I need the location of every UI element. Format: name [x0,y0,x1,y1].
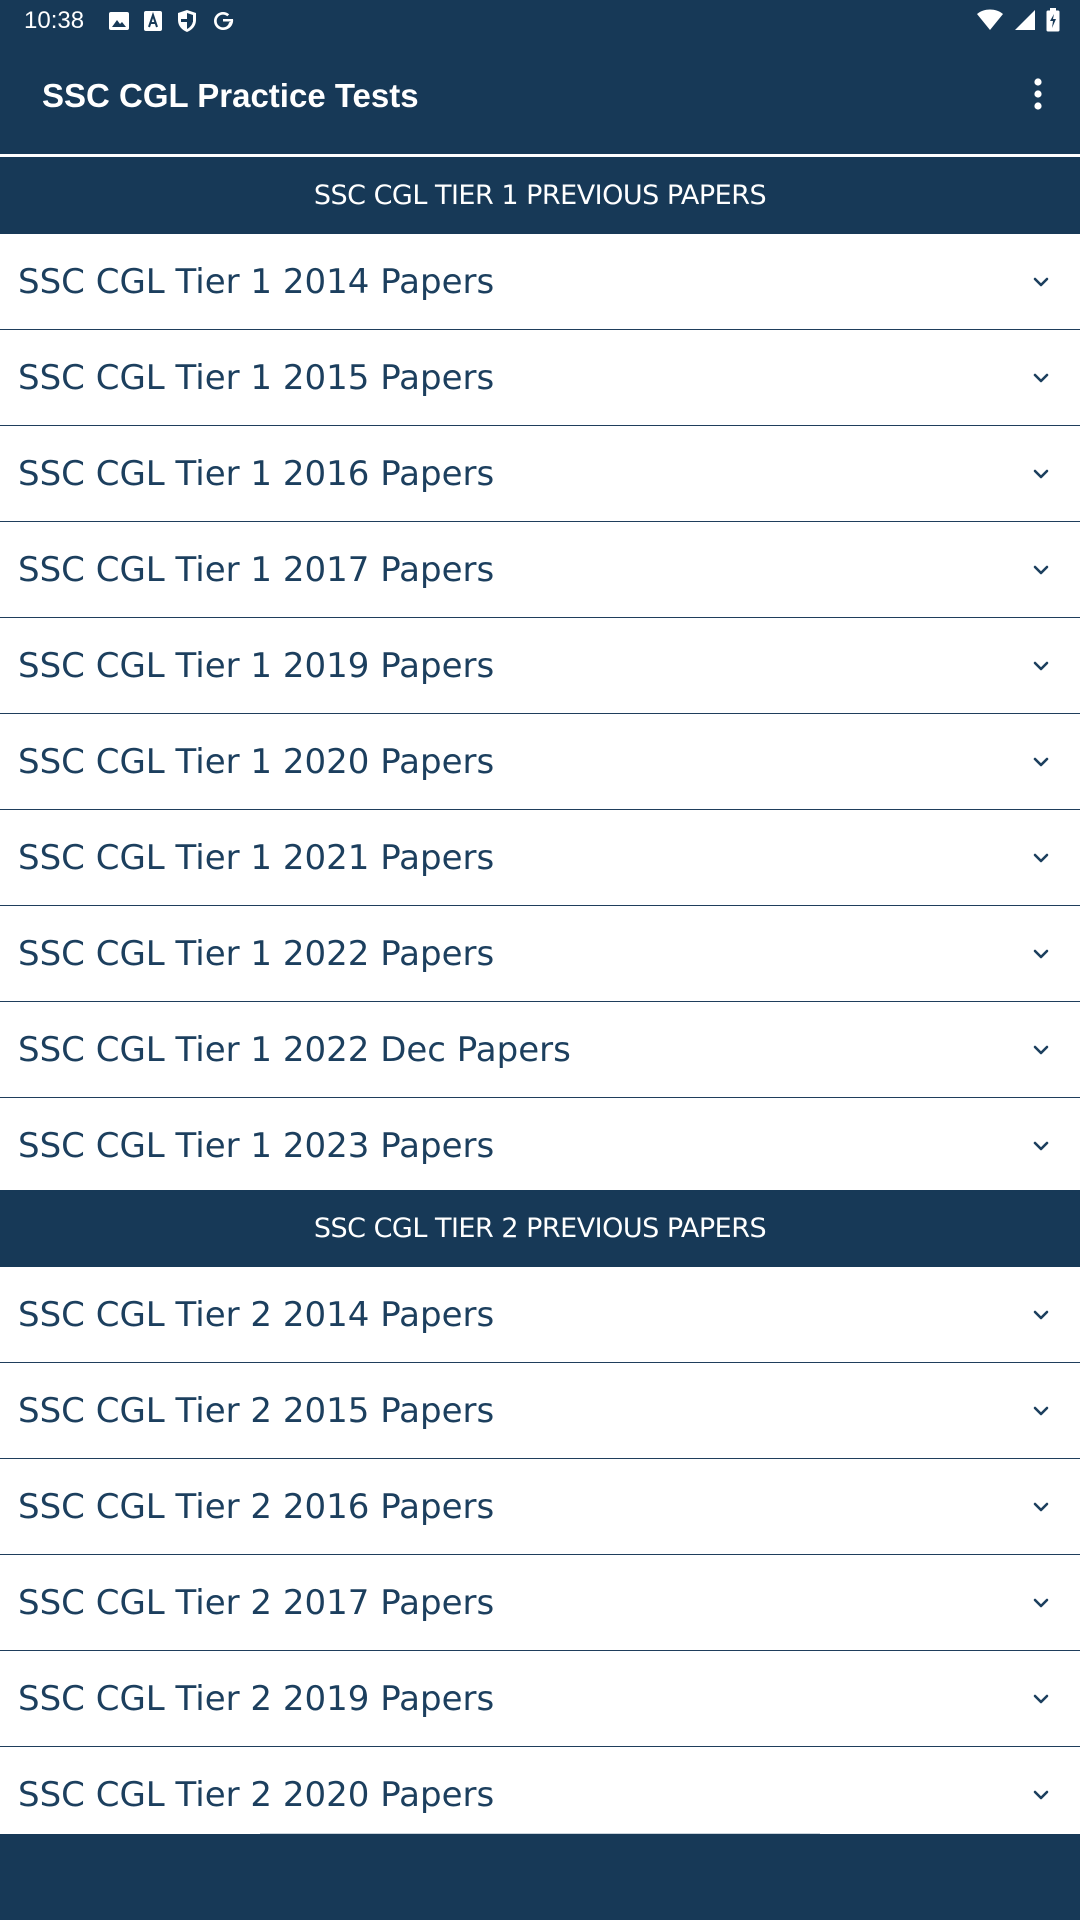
list-item-tier1-2021[interactable]: SSC CGL Tier 1 2021 Papers [0,810,1080,906]
chevron-down-icon [1033,757,1049,767]
list-item-tier1-2017[interactable]: SSC CGL Tier 1 2017 Papers [0,522,1080,618]
tier-2-paper-list: SSC CGL Tier 2 2014 Papers SSC CGL Tier … [0,1267,1080,1842]
wifi-icon [976,9,1004,31]
chevron-down-icon [1033,1406,1049,1416]
list-item-label: SSC CGL Tier 2 2019 Papers [18,1678,495,1719]
list-item-tier1-2020[interactable]: SSC CGL Tier 1 2020 Papers [0,714,1080,810]
chevron-down-icon [1033,1694,1049,1704]
chevron-down-icon [1033,565,1049,575]
bottom-bar [0,1834,1080,1920]
list-item-tier2-2019[interactable]: SSC CGL Tier 2 2019 Papers [0,1651,1080,1747]
list-item-label: SSC CGL Tier 1 2020 Papers [18,741,495,782]
text-a-icon [143,10,163,32]
list-item-tier1-2014[interactable]: SSC CGL Tier 1 2014 Papers [0,234,1080,330]
chevron-down-icon [1033,853,1049,863]
chevron-down-icon [1033,661,1049,671]
list-item-label: SSC CGL Tier 2 2015 Papers [18,1390,495,1431]
tier-1-paper-list: SSC CGL Tier 1 2014 Papers SSC CGL Tier … [0,234,1080,1193]
chevron-down-icon [1033,469,1049,479]
signal-icon [1014,9,1036,31]
chevron-down-icon [1033,1502,1049,1512]
list-item-label: SSC CGL Tier 1 2022 Papers [18,933,495,974]
app-title: SSC CGL Practice Tests [42,77,419,114]
chevron-down-icon [1033,1598,1049,1608]
list-item-label: SSC CGL Tier 2 2014 Papers [18,1294,495,1335]
list-item-label: SSC CGL Tier 1 2021 Papers [18,837,495,878]
list-item-tier2-2014[interactable]: SSC CGL Tier 2 2014 Papers [0,1267,1080,1363]
battery-icon [1046,8,1060,32]
section-header-tier-2: SSC CGL TIER 2 PREVIOUS PAPERS [0,1190,1080,1267]
list-item-tier2-2015[interactable]: SSC CGL Tier 2 2015 Papers [0,1363,1080,1459]
section-header-tier-1: SSC CGL TIER 1 PREVIOUS PAPERS [0,157,1080,234]
shield-icon [176,9,198,33]
chevron-down-icon [1033,1310,1049,1320]
list-item-tier2-2020[interactable]: SSC CGL Tier 2 2020 Papers [0,1747,1080,1842]
list-item-tier1-2019[interactable]: SSC CGL Tier 1 2019 Papers [0,618,1080,714]
list-item-tier1-2015[interactable]: SSC CGL Tier 1 2015 Papers [0,330,1080,426]
chevron-down-icon [1033,949,1049,959]
list-item-tier1-2023[interactable]: SSC CGL Tier 1 2023 Papers [0,1098,1080,1193]
list-item-label: SSC CGL Tier 2 2017 Papers [18,1582,495,1623]
chevron-down-icon [1033,1790,1049,1800]
chevron-down-icon [1033,1045,1049,1055]
list-item-label: SSC CGL Tier 1 2017 Papers [18,549,495,590]
chevron-down-icon [1033,277,1049,287]
overflow-menu-button[interactable] [1010,66,1066,122]
more-vert-icon [1034,78,1042,110]
chevron-down-icon [1033,1141,1049,1151]
list-item-label: SSC CGL Tier 1 2023 Papers [18,1125,495,1166]
google-icon [211,9,235,33]
list-item-tier1-2022-dec[interactable]: SSC CGL Tier 1 2022 Dec Papers [0,1002,1080,1098]
app-bar: SSC CGL Practice Tests [0,42,1080,154]
list-item-label: SSC CGL Tier 2 2016 Papers [18,1486,495,1527]
list-item-label: SSC CGL Tier 1 2016 Papers [18,453,495,494]
list-item-tier1-2022[interactable]: SSC CGL Tier 1 2022 Papers [0,906,1080,1002]
image-icon [108,10,130,32]
status-system-icons [966,8,1060,32]
list-item-label: SSC CGL Tier 1 2022 Dec Papers [18,1029,571,1070]
list-item-label: SSC CGL Tier 1 2019 Papers [18,645,495,686]
list-item-tier2-2016[interactable]: SSC CGL Tier 2 2016 Papers [0,1459,1080,1555]
list-item-label: SSC CGL Tier 2 2020 Papers [18,1774,495,1815]
list-item-label: SSC CGL Tier 1 2014 Papers [18,261,495,302]
status-notification-icons [108,9,248,33]
status-time: 10:38 [24,7,85,34]
list-item-tier1-2016[interactable]: SSC CGL Tier 1 2016 Papers [0,426,1080,522]
list-item-tier2-2017[interactable]: SSC CGL Tier 2 2017 Papers [0,1555,1080,1651]
status-bar: 10:38 [0,0,1080,42]
chevron-down-icon [1033,373,1049,383]
list-item-label: SSC CGL Tier 1 2015 Papers [18,357,495,398]
